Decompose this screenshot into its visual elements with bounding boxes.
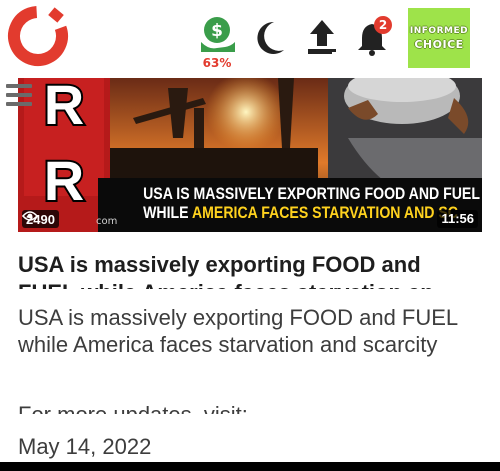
upload-button[interactable] [302, 16, 342, 60]
caption-line2: WHILE AMERICA FACES STARVATION AND SC [143, 203, 458, 222]
top-bar: $ 63% 2 INFORMED CHOICE [0, 0, 500, 78]
informed-choice-line1: INFORMED [409, 26, 469, 36]
bottom-bar [0, 462, 500, 471]
caption-line1: USA IS MASSIVELY EXPORTING FOOD AND FUEL [143, 184, 480, 203]
svg-text:$: $ [211, 21, 223, 41]
informed-choice-line2: CHOICE [414, 38, 464, 51]
c-logo-icon[interactable] [6, 4, 70, 68]
article-date: May 14, 2022 [18, 434, 152, 459]
video-thumbnail[interactable]: R R com USA IS MASSIVELY EXPORTING FOOD … [18, 78, 482, 232]
more-updates-text: For more updates, visit: [18, 402, 482, 414]
view-count: 2490 [22, 210, 59, 228]
channel-letter-bottom: R [44, 149, 84, 212]
notification-badge: 2 [374, 16, 392, 34]
article-description: USA is massively exporting FOOD and FUEL… [18, 305, 458, 357]
video-duration: 11:56 [437, 210, 478, 228]
eye-icon [22, 211, 38, 221]
caption-line2-white: WHILE [143, 203, 189, 222]
caption-line2-yellow: AMERICA FACES STARVATION AND SC [191, 203, 458, 222]
video-caption: USA IS MASSIVELY EXPORTING FOOD AND FUEL… [143, 184, 480, 222]
channel-letter-top: R [44, 78, 84, 136]
informed-choice-logo[interactable]: INFORMED CHOICE [408, 8, 470, 68]
watermark-text: com [96, 216, 117, 227]
dark-mode-toggle[interactable] [250, 16, 290, 60]
hamburger-menu-icon[interactable] [6, 84, 32, 108]
upload-icon [308, 20, 336, 54]
article-headline[interactable]: USA is massively exporting FOOD and FUEL… [18, 251, 482, 289]
progress-percent: 63% [202, 56, 232, 70]
moon-icon [257, 21, 284, 54]
notifications-button[interactable]: 2 [354, 16, 394, 60]
dollar-icon: $ [201, 17, 235, 52]
progress-button[interactable]: $ 63% [195, 14, 239, 70]
